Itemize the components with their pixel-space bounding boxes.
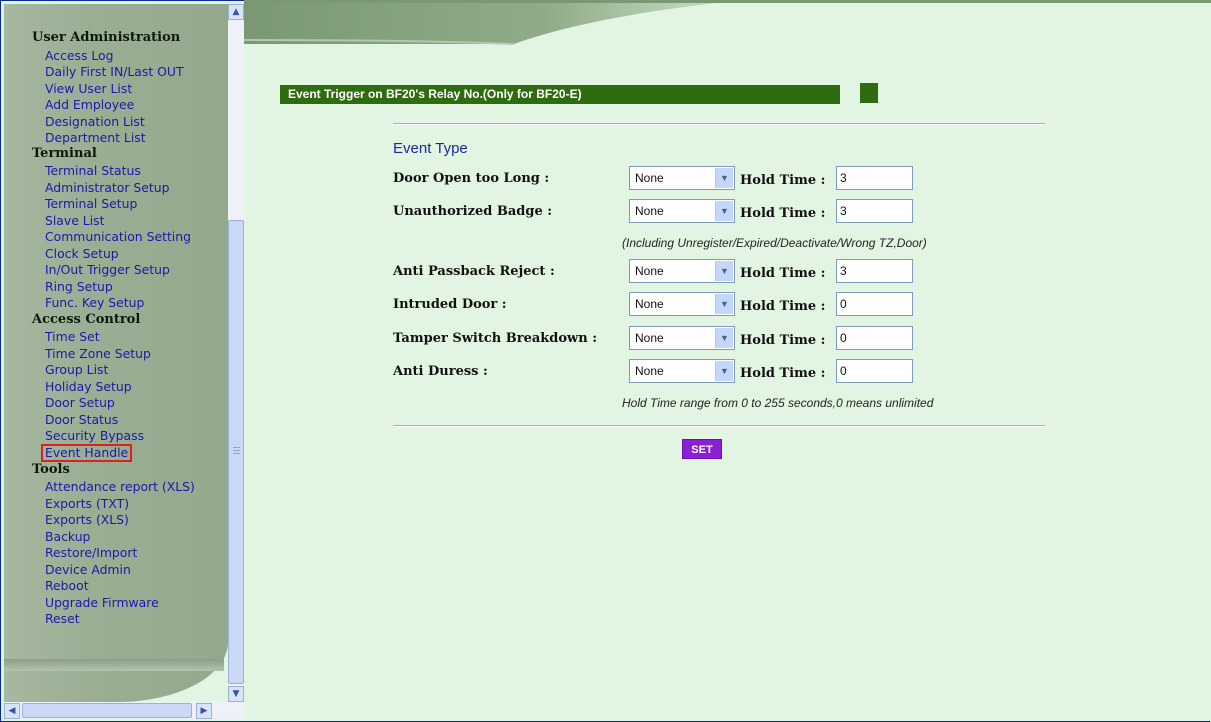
sidebar-item-exports-xls[interactable]: Exports (XLS)	[45, 513, 129, 527]
grip-line	[233, 450, 240, 451]
chevron-up-icon: ▲	[232, 7, 240, 17]
divider-bottom	[393, 425, 1045, 427]
sidebar-item-group-list[interactable]: Group List	[45, 363, 108, 377]
sidebar-item-in-out-trigger-setup[interactable]: In/Out Trigger Setup	[45, 263, 170, 277]
sidebar-item-administrator-setup[interactable]: Administrator Setup	[45, 181, 169, 195]
door-open-too-long-hold-time-input[interactable]: 3	[836, 166, 913, 190]
sidebar-item-daily-first-in-last-out[interactable]: Daily First IN/Last OUT	[45, 65, 184, 79]
hold-time-label: Hold Time :	[740, 299, 826, 314]
select-value: None	[635, 204, 664, 218]
sidebar-item-department-list[interactable]: Department List	[45, 131, 146, 145]
scroll-up-button[interactable]: ▲	[228, 4, 244, 20]
section-tools: Tools	[32, 462, 70, 477]
chevron-down-icon[interactable]: ▼	[715, 328, 733, 348]
select-value: None	[635, 297, 664, 311]
sidebar-item-attendance-report-xls[interactable]: Attendance report (XLS)	[45, 480, 195, 494]
unauthorized-badge-hold-time-input[interactable]: 3	[836, 199, 913, 223]
sidebar-item-ring-setup[interactable]: Ring Setup	[45, 280, 113, 294]
sidebar-bottom-band	[4, 659, 224, 671]
scroll-down-button[interactable]: ▼	[228, 686, 244, 702]
tamper-switch-breakdown-hold-time-input[interactable]: 0	[836, 326, 913, 350]
row-label-tamper-switch-breakdown: Tamper Switch Breakdown :	[393, 331, 598, 346]
hold-time-label: Hold Time :	[740, 206, 826, 221]
sidebar-item-door-status[interactable]: Door Status	[45, 413, 118, 427]
sidebar-item-designation-list[interactable]: Designation List	[45, 115, 145, 129]
scroll-right-button[interactable]: ▶	[196, 703, 212, 719]
hold-time-label: Hold Time :	[740, 173, 826, 188]
select-value: None	[635, 171, 664, 185]
row-label-anti-passback-reject: Anti Passback Reject :	[393, 264, 555, 279]
anti-passback-reject-select[interactable]: None ▼	[629, 259, 735, 283]
sidebar-item-event-handle[interactable]: Event Handle	[40, 444, 133, 462]
horizontal-scrollbar[interactable]: ◀ ▶	[4, 702, 228, 719]
header-swoosh	[244, 0, 1211, 45]
sidebar-item-time-set[interactable]: Time Set	[45, 330, 100, 344]
sidebar-item-add-employee[interactable]: Add Employee	[45, 98, 134, 112]
intruded-door-hold-time-input[interactable]: 0	[836, 292, 913, 316]
unauthorized-badge-note: (Including Unregister/Expired/Deactivate…	[622, 236, 927, 250]
sidebar-item-reboot[interactable]: Reboot	[45, 579, 89, 593]
page-title: Event Trigger on BF20's Relay No.(Only f…	[280, 85, 840, 104]
sidebar-item-func-key-setup[interactable]: Func. Key Setup	[45, 296, 144, 310]
row-label-unauthorized-badge: Unauthorized Badge :	[393, 204, 553, 219]
sidebar-item-communication-setting[interactable]: Communication Setting	[45, 230, 191, 244]
anti-duress-hold-time-input[interactable]: 0	[836, 359, 913, 383]
chevron-down-icon[interactable]: ▼	[715, 361, 733, 381]
unauthorized-badge-select[interactable]: None ▼	[629, 199, 735, 223]
row-label-anti-duress: Anti Duress :	[393, 364, 488, 379]
hold-time-label: Hold Time :	[740, 266, 826, 281]
tamper-switch-breakdown-select[interactable]: None ▼	[629, 326, 735, 350]
anti-passback-reject-hold-time-input[interactable]: 3	[836, 259, 913, 283]
title-decoration	[860, 83, 878, 103]
select-value: None	[635, 331, 664, 345]
select-value: None	[635, 364, 664, 378]
row-label-intruded-door: Intruded Door :	[393, 297, 507, 312]
sidebar-item-holiday-setup[interactable]: Holiday Setup	[45, 380, 132, 394]
door-open-too-long-select[interactable]: None ▼	[629, 166, 735, 190]
scrollbar-corner	[228, 702, 244, 719]
hold-time-label: Hold Time :	[740, 333, 826, 348]
section-terminal: Terminal	[32, 146, 97, 161]
hold-time-label: Hold Time :	[740, 366, 826, 381]
scroll-left-button[interactable]: ◀	[4, 703, 20, 719]
event-type-heading: Event Type	[393, 140, 468, 157]
chevron-right-icon: ▶	[200, 706, 208, 716]
set-button[interactable]: SET	[682, 439, 722, 459]
horizontal-scroll-thumb[interactable]	[22, 703, 192, 718]
sidebar-item-door-setup[interactable]: Door Setup	[45, 396, 115, 410]
hold-time-range-note: Hold Time range from 0 to 255 seconds,0 …	[622, 396, 934, 410]
grip-line	[233, 453, 240, 454]
sidebar: User Administration Access Log Daily Fir…	[4, 4, 228, 702]
chevron-down-icon: ▼	[232, 689, 240, 699]
section-access-control: Access Control	[32, 312, 141, 327]
anti-duress-select[interactable]: None ▼	[629, 359, 735, 383]
sidebar-item-reset[interactable]: Reset	[45, 612, 80, 626]
vertical-scrollbar[interactable]: ▲ ▼	[228, 4, 244, 702]
sidebar-item-terminal-status[interactable]: Terminal Status	[45, 164, 141, 178]
select-value: None	[635, 264, 664, 278]
sidebar-item-time-zone-setup[interactable]: Time Zone Setup	[45, 347, 151, 361]
sidebar-item-backup[interactable]: Backup	[45, 530, 90, 544]
sidebar-item-upgrade-firmware[interactable]: Upgrade Firmware	[45, 596, 159, 610]
row-label-door-open-too-long: Door Open too Long :	[393, 171, 550, 186]
sidebar-item-view-user-list[interactable]: View User List	[45, 82, 132, 96]
vertical-scroll-thumb[interactable]	[228, 220, 244, 684]
sidebar-item-security-bypass[interactable]: Security Bypass	[45, 429, 144, 443]
sidebar-item-slave-list[interactable]: Slave List	[45, 214, 104, 228]
divider-top	[393, 123, 1045, 125]
section-user-administration: User Administration	[32, 30, 181, 45]
chevron-left-icon: ◀	[8, 706, 16, 716]
sidebar-item-terminal-setup[interactable]: Terminal Setup	[45, 197, 137, 211]
chevron-down-icon[interactable]: ▼	[715, 261, 733, 281]
sidebar-item-device-admin[interactable]: Device Admin	[45, 563, 131, 577]
sidebar-item-access-log[interactable]: Access Log	[45, 49, 114, 63]
sidebar-item-restore-import[interactable]: Restore/Import	[45, 546, 137, 560]
chevron-down-icon[interactable]: ▼	[715, 201, 733, 221]
grip-line	[233, 447, 240, 448]
sidebar-item-clock-setup[interactable]: Clock Setup	[45, 247, 119, 261]
sidebar-item-exports-txt[interactable]: Exports (TXT)	[45, 497, 129, 511]
chevron-down-icon[interactable]: ▼	[715, 294, 733, 314]
chevron-down-icon[interactable]: ▼	[715, 168, 733, 188]
intruded-door-select[interactable]: None ▼	[629, 292, 735, 316]
